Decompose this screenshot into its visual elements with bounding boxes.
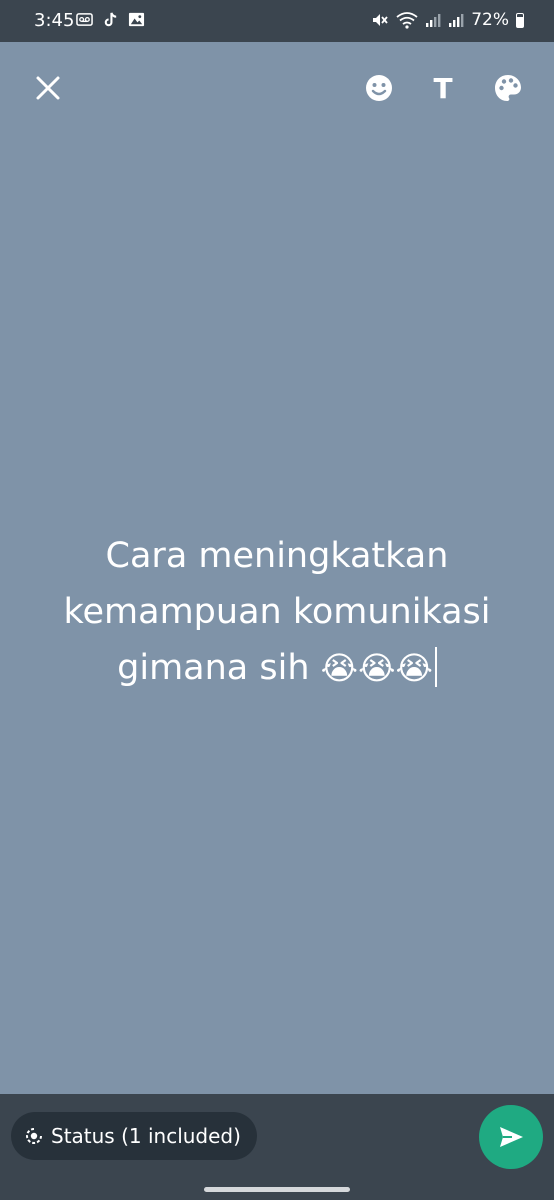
signal-icon: [449, 14, 464, 27]
gallery-icon: [128, 12, 145, 27]
status-audience-chip[interactable]: Status (1 included): [11, 1112, 257, 1160]
status-text-input[interactable]: Cara meningkatkan kemampuan komunikasi g…: [30, 528, 524, 696]
text-icon: T: [433, 71, 453, 105]
text-cursor: [434, 647, 437, 687]
send-button[interactable]: [479, 1105, 543, 1169]
text-style-button[interactable]: T: [425, 70, 461, 106]
home-indicator[interactable]: [204, 1187, 350, 1192]
status-icon: [26, 1128, 42, 1144]
status-text-line: gimana sih 😭😭😭: [30, 640, 524, 696]
color-palette-button[interactable]: [490, 70, 526, 106]
battery-percent: 72%: [471, 10, 509, 30]
wifi-icon: [396, 12, 418, 29]
audience-label: Status (1 included): [51, 1124, 241, 1148]
bottom-bar: Status (1 included): [0, 1094, 554, 1200]
close-button[interactable]: [30, 70, 66, 106]
system-status-bar: 3:45 72%: [0, 0, 554, 42]
palette-icon: [495, 75, 521, 101]
tiktok-icon: [104, 12, 117, 27]
battery-icon: [516, 12, 524, 28]
crying-emoji: 😭😭😭: [320, 649, 433, 687]
status-text-line: kemampuan komunikasi: [63, 592, 491, 632]
status-text-line: Cara meningkatkan: [105, 536, 449, 576]
signal-icon: [426, 14, 441, 27]
emoji-icon: [366, 75, 392, 101]
mute-icon: [373, 14, 388, 26]
voicemail-icon: [76, 13, 93, 26]
clock: 3:45: [34, 10, 75, 31]
send-icon: [500, 1127, 523, 1147]
status-text-fragment: gimana sih: [117, 648, 310, 688]
close-icon: [36, 76, 60, 100]
emoji-button[interactable]: [361, 70, 397, 106]
